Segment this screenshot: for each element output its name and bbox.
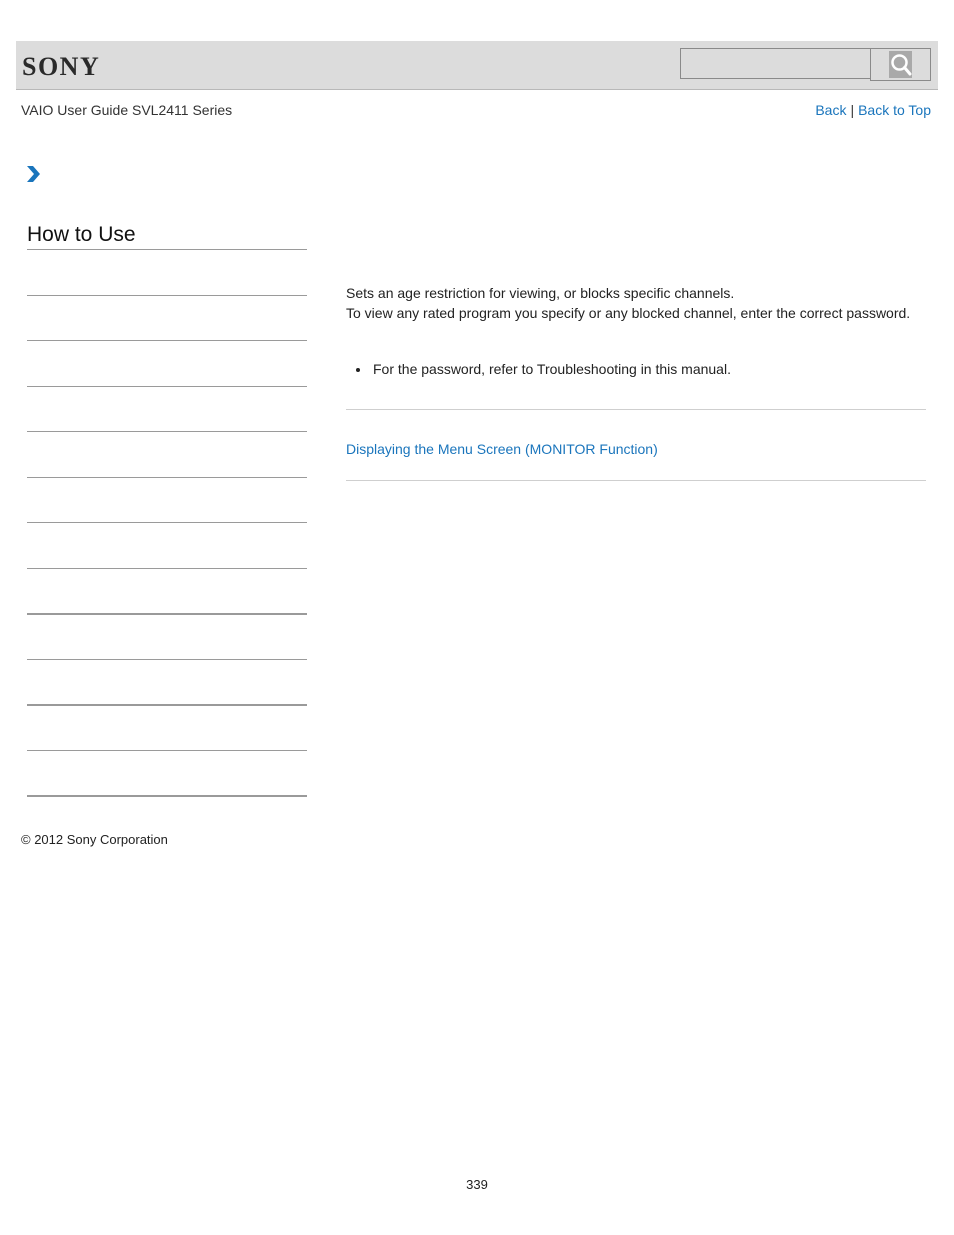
notes-list: For the password, refer to Troubleshooti… <box>346 360 731 378</box>
sidebar-item[interactable] <box>27 568 307 569</box>
divider <box>346 480 926 481</box>
sony-logo: SONY <box>22 52 101 81</box>
sidebar-item[interactable] <box>27 386 307 387</box>
sidebar-item[interactable] <box>27 340 307 341</box>
sidebar-item[interactable] <box>27 431 307 432</box>
back-to-top-link[interactable]: Back to Top <box>858 102 931 118</box>
link-separator: | <box>850 102 855 118</box>
related-topic-link[interactable]: Displaying the Menu Screen (MONITOR Func… <box>346 441 658 457</box>
sidebar-item[interactable] <box>27 295 307 296</box>
guide-title: VAIO User Guide SVL2411 Series <box>21 102 233 118</box>
header-bar: SONY <box>16 41 938 90</box>
copyright: © 2012 Sony Corporation <box>21 832 168 847</box>
chevron-right-icon[interactable] <box>26 165 42 183</box>
sidebar-item[interactable] <box>27 795 307 797</box>
magnifier-icon <box>889 51 912 78</box>
sidebar-title: How to Use <box>27 223 307 250</box>
sidebar-item[interactable] <box>27 477 307 478</box>
main-content: Sets an age restriction for viewing, or … <box>346 283 926 323</box>
top-nav-links: Back | Back to Top <box>815 102 931 118</box>
sidebar-item[interactable] <box>27 704 307 706</box>
sidebar-item[interactable] <box>27 750 307 751</box>
sidebar-item[interactable] <box>27 659 307 660</box>
sidebar-item[interactable] <box>27 613 307 615</box>
divider <box>346 409 926 410</box>
description-paragraph: To view any rated program you specify or… <box>346 305 911 321</box>
note-item: For the password, refer to Troubleshooti… <box>346 360 731 378</box>
page-number: 339 <box>466 1177 488 1192</box>
search-button[interactable] <box>870 48 931 81</box>
back-link[interactable]: Back <box>815 102 846 118</box>
description-paragraph: Sets an age restriction for viewing, or … <box>346 285 735 301</box>
sidebar-item[interactable] <box>27 522 307 523</box>
search-input[interactable] <box>680 48 870 79</box>
